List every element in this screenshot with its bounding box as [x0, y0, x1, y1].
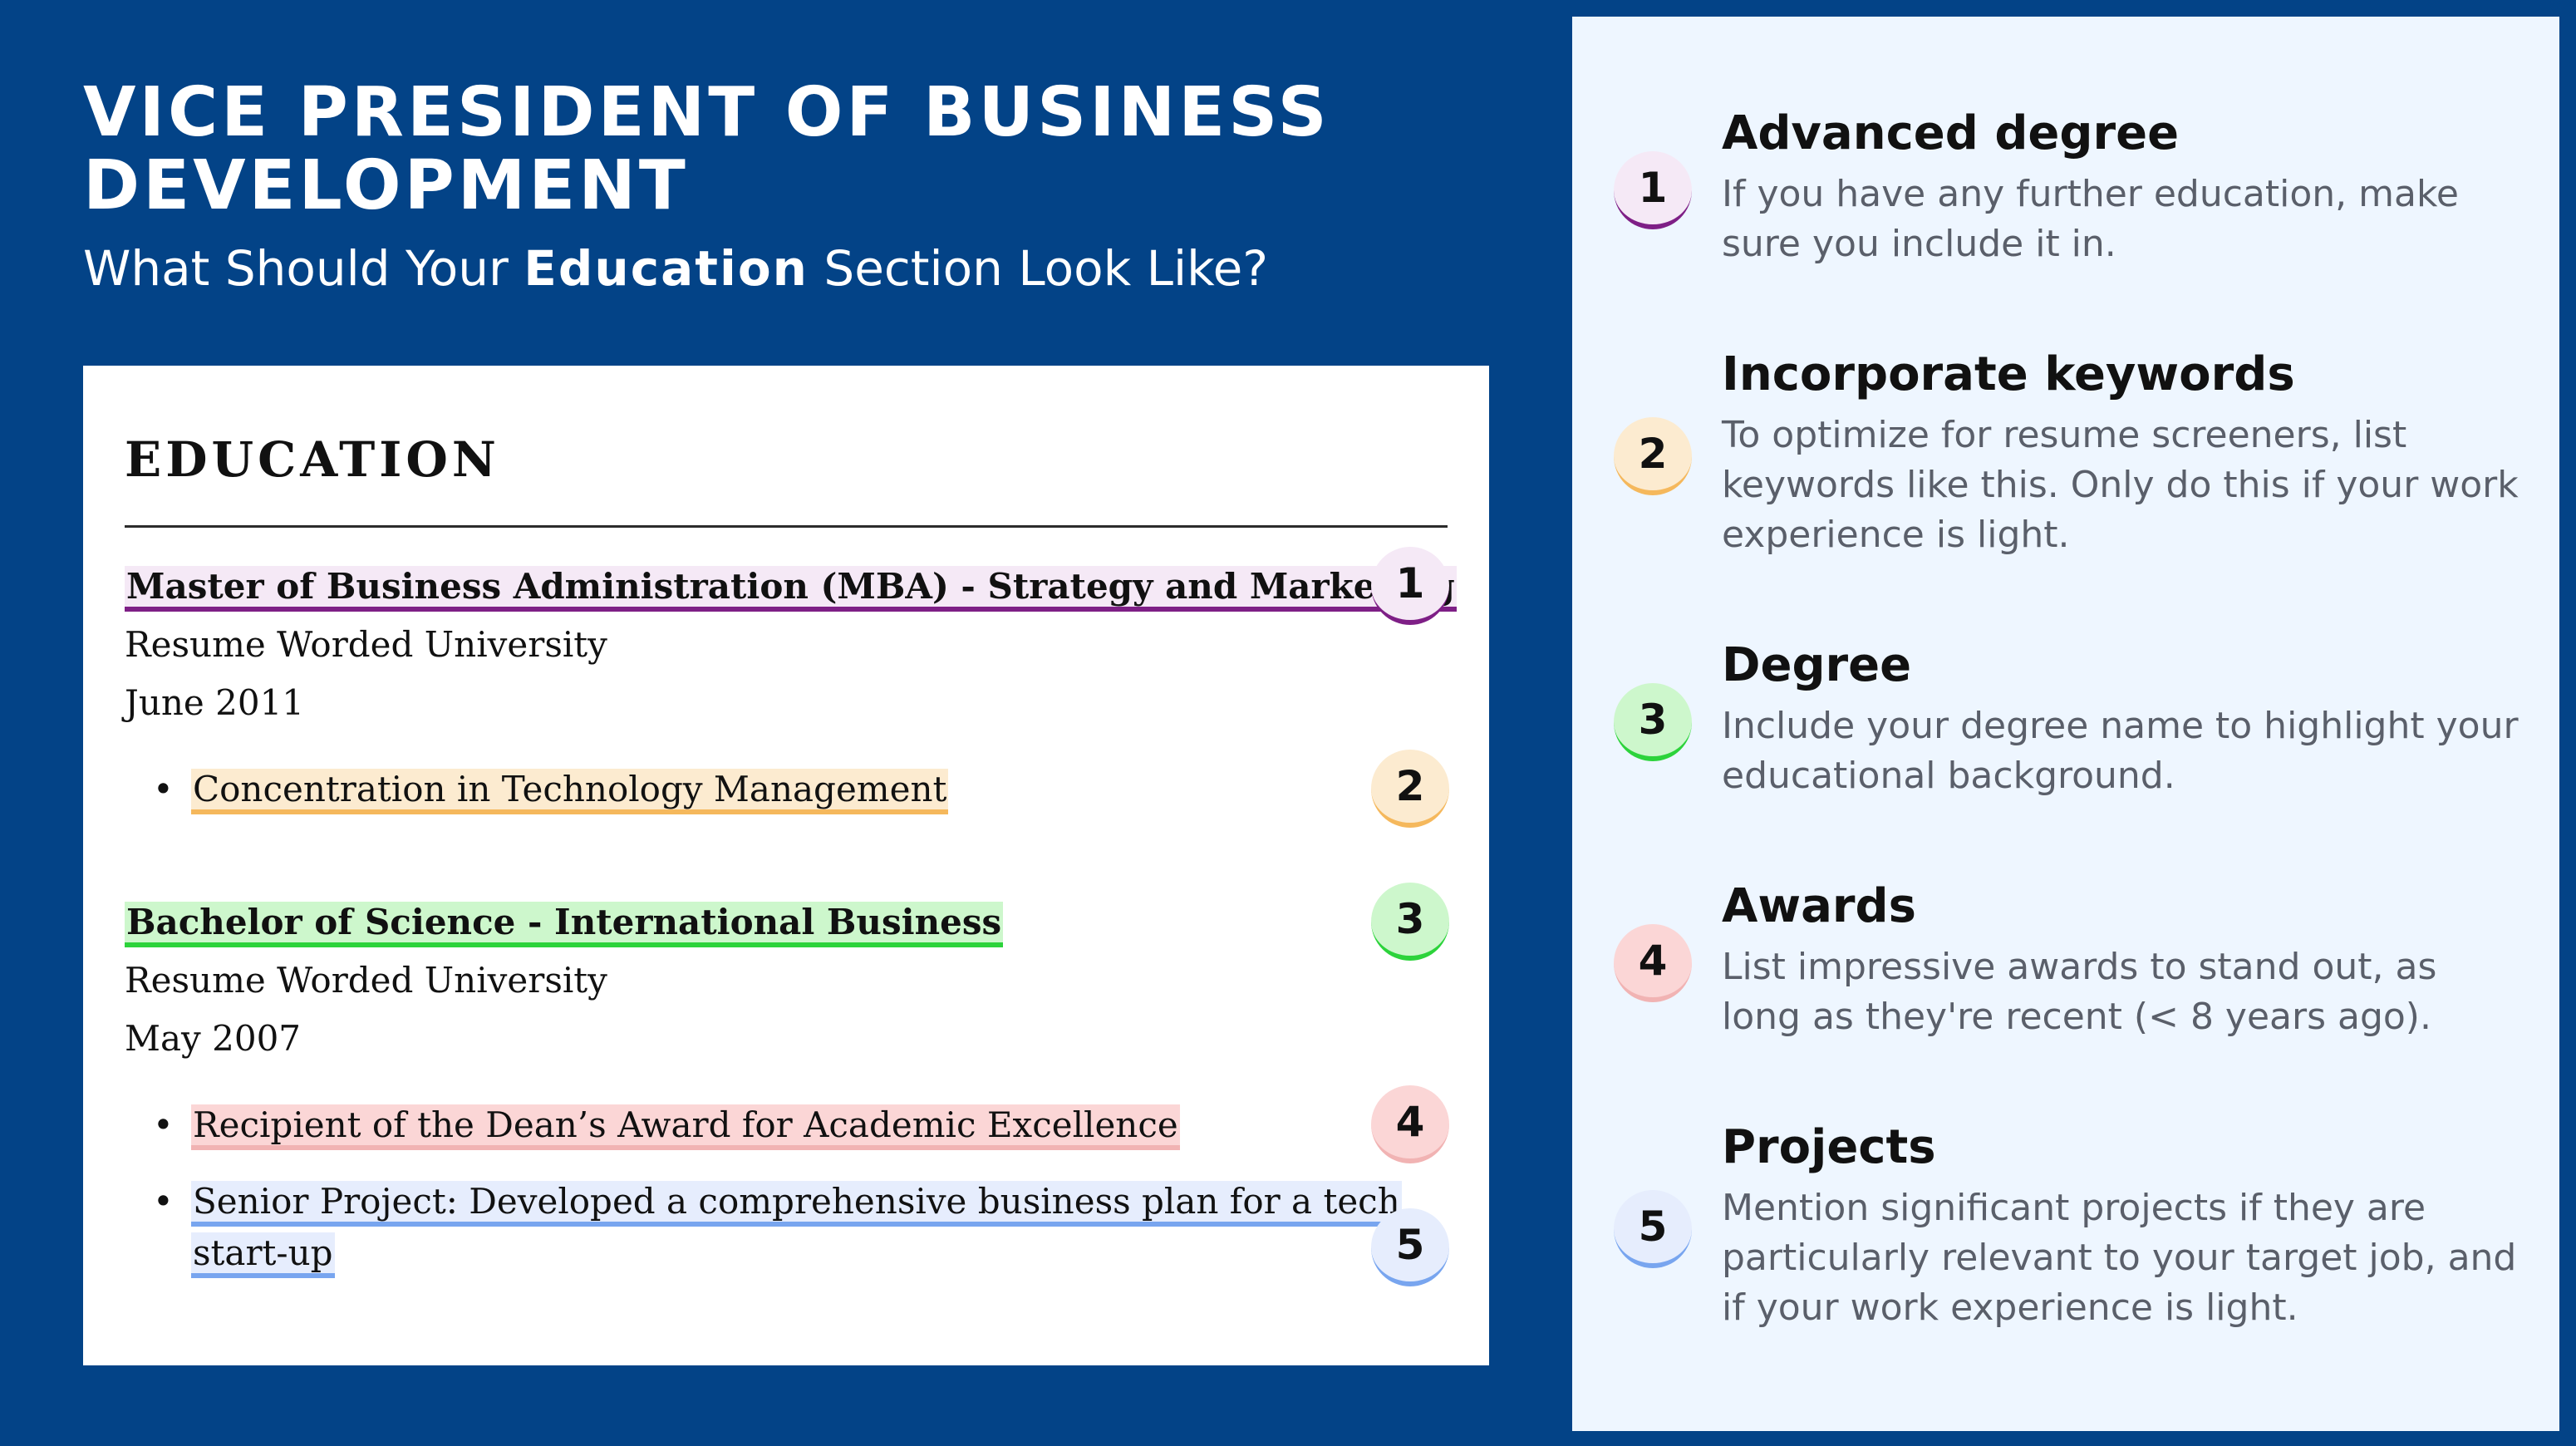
page-subtitle: What Should Your Education Section Look … [83, 239, 1268, 298]
tip-description: To optimize for resume screeners, list k… [1722, 414, 2519, 556]
badge-5: 5 [1371, 1208, 1449, 1286]
tip-badge-5: 5 [1614, 1190, 1692, 1268]
tip-title: Incorporate keywords [1722, 347, 2295, 401]
graduation-date: June 2011 [125, 682, 305, 723]
heading-divider [125, 525, 1448, 528]
bullet-project-line-2: start-up [191, 1230, 335, 1278]
tip-description: Mention significant projects if they are… [1722, 1187, 2517, 1329]
tip-badge-4: 4 [1614, 924, 1692, 1002]
badge-1: 1 [1371, 547, 1449, 625]
award-text: Recipient of the Dean’s Award for Academ… [191, 1104, 1180, 1150]
degree-entry-2: Bachelor of Science - International Busi… [125, 899, 1004, 947]
degree-title-bs: Bachelor of Science - International Busi… [125, 902, 1004, 947]
tip-badge-1: 1 [1614, 151, 1692, 229]
tip-description: List impressive awards to stand out, as … [1722, 946, 2437, 1038]
school-name: Resume Worded University [125, 960, 607, 1001]
tip-badge-2: 2 [1614, 417, 1692, 495]
bullet-marker: • [153, 1104, 174, 1145]
bullet-marker: • [153, 1181, 174, 1222]
bullet-project-line-1: Senior Project: Developed a comprehensiv… [191, 1178, 1402, 1227]
school-name: Resume Worded University [125, 624, 607, 665]
badge-2: 2 [1371, 750, 1449, 828]
tips-panel: 1 Advanced degree If you have any furthe… [1572, 17, 2559, 1431]
tip-description: If you have any further education, make … [1722, 173, 2459, 265]
education-heading: EDUCATION [125, 431, 500, 488]
badge-3: 3 [1371, 883, 1449, 961]
tip-badge-3: 3 [1614, 683, 1692, 761]
graduation-date: May 2007 [125, 1018, 302, 1059]
subtitle-start: What Should Your [83, 240, 524, 297]
tip-title: Awards [1722, 879, 1916, 933]
subtitle-emphasis: Education [524, 240, 809, 297]
bullet-award: Recipient of the Dean’s Award for Academ… [191, 1102, 1180, 1150]
tip-title: Degree [1722, 638, 1912, 692]
degree-entry-1: Master of Business Administration (MBA) … [125, 563, 1457, 612]
degree-title-mba: Master of Business Administration (MBA) … [125, 566, 1457, 612]
resume-education-card: EDUCATION Master of Business Administrat… [83, 366, 1489, 1365]
project-text-line-2: start-up [191, 1232, 335, 1278]
badge-4: 4 [1371, 1085, 1449, 1163]
project-text-line-1: Senior Project: Developed a comprehensiv… [191, 1181, 1402, 1227]
concentration-text: Concentration in Technology Management [191, 769, 949, 814]
bullet-marker: • [153, 769, 174, 809]
page-title: VICE PRESIDENT OF BUSINESS DEVELOPMENT [83, 73, 1330, 225]
subtitle-end: Section Look Like? [808, 240, 1269, 297]
tip-title: Projects [1722, 1120, 1936, 1174]
bullet-concentration: Concentration in Technology Management [191, 766, 949, 814]
tip-title: Advanced degree [1722, 106, 2180, 160]
tip-description: Include your degree name to highlight yo… [1722, 705, 2519, 797]
